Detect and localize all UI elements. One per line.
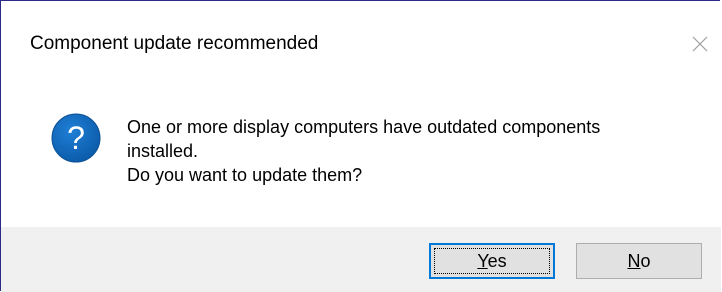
svg-text:?: ? — [67, 120, 85, 156]
close-icon — [692, 36, 708, 52]
yes-label-rest: es — [487, 250, 507, 271]
message-line: installed. — [127, 141, 199, 161]
question-icon: ? — [51, 113, 101, 163]
no-mnemonic: N — [627, 250, 641, 271]
yes-button-label: Yes — [477, 251, 506, 272]
title-bar: Component update recommended — [1, 1, 721, 81]
dialog-content: ? One or more display computers have out… — [1, 81, 721, 226]
message-dialog: Component update recommended ? One or mo… — [0, 0, 721, 292]
close-button[interactable] — [683, 27, 717, 61]
yes-button[interactable]: Yes — [429, 243, 555, 279]
yes-mnemonic: Y — [477, 250, 488, 271]
no-button-label: No — [627, 251, 650, 272]
message-line: One or more display computers have outda… — [127, 117, 601, 137]
no-label-rest: o — [640, 250, 651, 271]
message-line: Do you want to update them? — [127, 165, 363, 185]
no-button[interactable]: No — [576, 243, 702, 279]
dialog-title: Component update recommended — [30, 33, 319, 54]
button-bar: Yes No — [1, 227, 721, 292]
dialog-message: One or more display computers have outda… — [127, 115, 707, 187]
